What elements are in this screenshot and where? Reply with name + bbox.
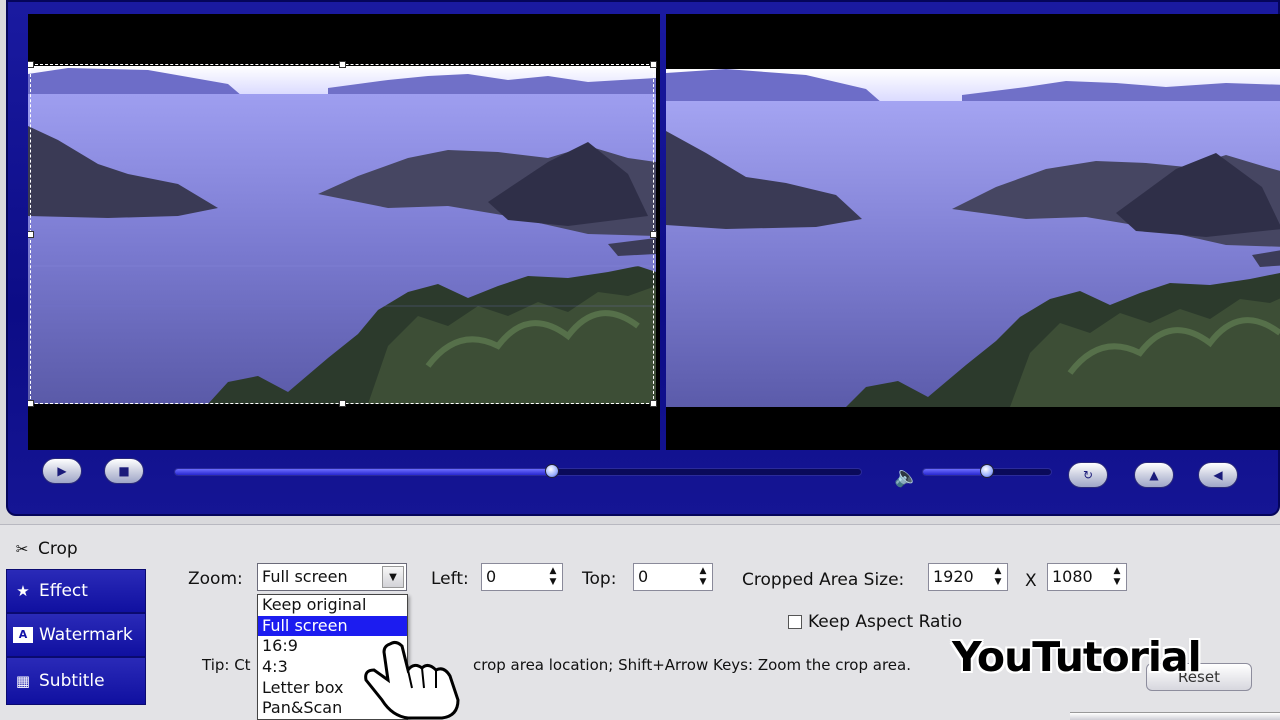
crop-handle-bottom[interactable] [339, 400, 346, 407]
seek-slider[interactable] [174, 464, 862, 478]
tab-effect-label: Effect [39, 581, 88, 601]
top-offset-stepper[interactable]: 0 ▲ ▼ [633, 563, 713, 591]
left-offset-value: 0 [486, 567, 497, 586]
size-separator: X [1025, 571, 1037, 591]
tab-subtitle[interactable]: ▦ Subtitle [6, 657, 146, 705]
spinner-arrows-icon[interactable]: ▲ ▼ [696, 566, 710, 588]
crop-handle-top[interactable] [339, 61, 346, 68]
seek-progress-fill [175, 469, 553, 475]
output-preview-pane [666, 14, 1280, 450]
tab-watermark-label: Watermark [39, 625, 133, 645]
crop-handle-top-left[interactable] [28, 61, 34, 68]
crop-height-value: 1080 [1052, 567, 1093, 586]
flip-horizontal-button[interactable]: ▲ [1134, 462, 1174, 488]
play-button[interactable]: ▶ [42, 458, 82, 484]
lake-scene-image [666, 69, 1280, 407]
play-icon: ▶ [57, 464, 67, 478]
zoom-label: Zoom: [188, 569, 243, 589]
edit-tabs: ✂ Crop ★ Effect A Watermark ▦ Subtitle [6, 529, 146, 705]
stop-icon: ■ [118, 464, 130, 478]
spinner-arrows-icon[interactable]: ▲ ▼ [1110, 566, 1124, 588]
crop-handle-left[interactable] [28, 231, 34, 238]
volume-slider[interactable] [922, 464, 1052, 478]
crop-height-stepper[interactable]: 1080 ▲ ▼ [1047, 563, 1127, 591]
flip-vertical-icon: ◀ [1213, 468, 1223, 482]
crop-selection-rectangle[interactable] [28, 61, 657, 407]
stop-button[interactable]: ■ [104, 458, 144, 484]
spinner-arrows-icon[interactable]: ▲ ▼ [546, 566, 560, 588]
watermark-icon: A [13, 627, 33, 643]
crop-width-stepper[interactable]: 1920 ▲ ▼ [928, 563, 1008, 591]
crop-handle-right[interactable] [650, 231, 657, 238]
crop-width-value: 1920 [933, 567, 974, 586]
preview-stage: ▶ ■ 🔈 ↻ ▲ ◀ [6, 0, 1280, 516]
video-editor-window: ▶ ■ 🔈 ↻ ▲ ◀ ✂ Crop ★ Effect A Watermark … [0, 0, 1280, 720]
tab-subtitle-label: Subtitle [39, 671, 105, 691]
top-label: Top: [582, 569, 617, 589]
crop-handle-bottom-left[interactable] [28, 400, 34, 407]
tab-crop-label: Crop [38, 539, 78, 559]
zoom-select-value: Full screen [262, 567, 348, 586]
subtitle-icon: ▦ [15, 672, 31, 690]
tip-text-end: crop area location; Shift+Arrow Keys: Zo… [473, 656, 911, 674]
bottom-button-strip [1070, 712, 1280, 720]
star-icon: ★ [16, 582, 30, 600]
spinner-arrows-icon[interactable]: ▲ ▼ [991, 566, 1005, 588]
rotate-icon: ↻ [1082, 468, 1094, 482]
crop-handle-bottom-right[interactable] [650, 400, 657, 407]
scissors-icon: ✂ [15, 540, 29, 558]
zoom-option[interactable]: Keep original [258, 595, 407, 616]
top-offset-value: 0 [638, 567, 649, 586]
edit-settings-panel: ✂ Crop ★ Effect A Watermark ▦ Subtitle Z… [0, 524, 1280, 720]
yoututorial-watermark: YouTutorial [952, 633, 1202, 681]
output-video-frame [666, 69, 1280, 407]
left-label: Left: [431, 569, 469, 589]
keep-aspect-ratio-checkbox[interactable] [788, 615, 802, 629]
seek-slider-handle[interactable] [545, 464, 560, 478]
volume-slider-handle[interactable] [980, 464, 994, 478]
original-preview-pane [28, 14, 660, 450]
crop-handle-top-right[interactable] [650, 61, 657, 68]
left-offset-stepper[interactable]: 0 ▲ ▼ [481, 563, 563, 591]
cropped-area-size-label: Cropped Area Size: [742, 570, 905, 590]
keep-aspect-ratio-label[interactable]: Keep Aspect Ratio [808, 612, 962, 632]
speaker-icon[interactable]: 🔈 [894, 464, 919, 488]
playback-controls: ▶ ■ 🔈 ↻ ▲ ◀ [8, 454, 1280, 498]
zoom-option[interactable]: Full screen [258, 615, 407, 637]
tab-watermark[interactable]: A Watermark [6, 613, 146, 657]
volume-fill [923, 469, 987, 475]
tip-text-start: Tip: Ct [202, 656, 251, 674]
zoom-select[interactable]: Full screen ▼ [257, 563, 407, 591]
tab-crop[interactable]: ✂ Crop [6, 529, 146, 569]
chevron-down-icon[interactable]: ▼ [382, 566, 404, 588]
flip-vertical-button[interactable]: ◀ [1198, 462, 1238, 488]
flip-horizontal-icon: ▲ [1149, 468, 1159, 482]
tab-effect[interactable]: ★ Effect [6, 569, 146, 613]
rotate-button[interactable]: ↻ [1068, 462, 1108, 488]
hand-pointer-cursor-icon [364, 640, 460, 720]
